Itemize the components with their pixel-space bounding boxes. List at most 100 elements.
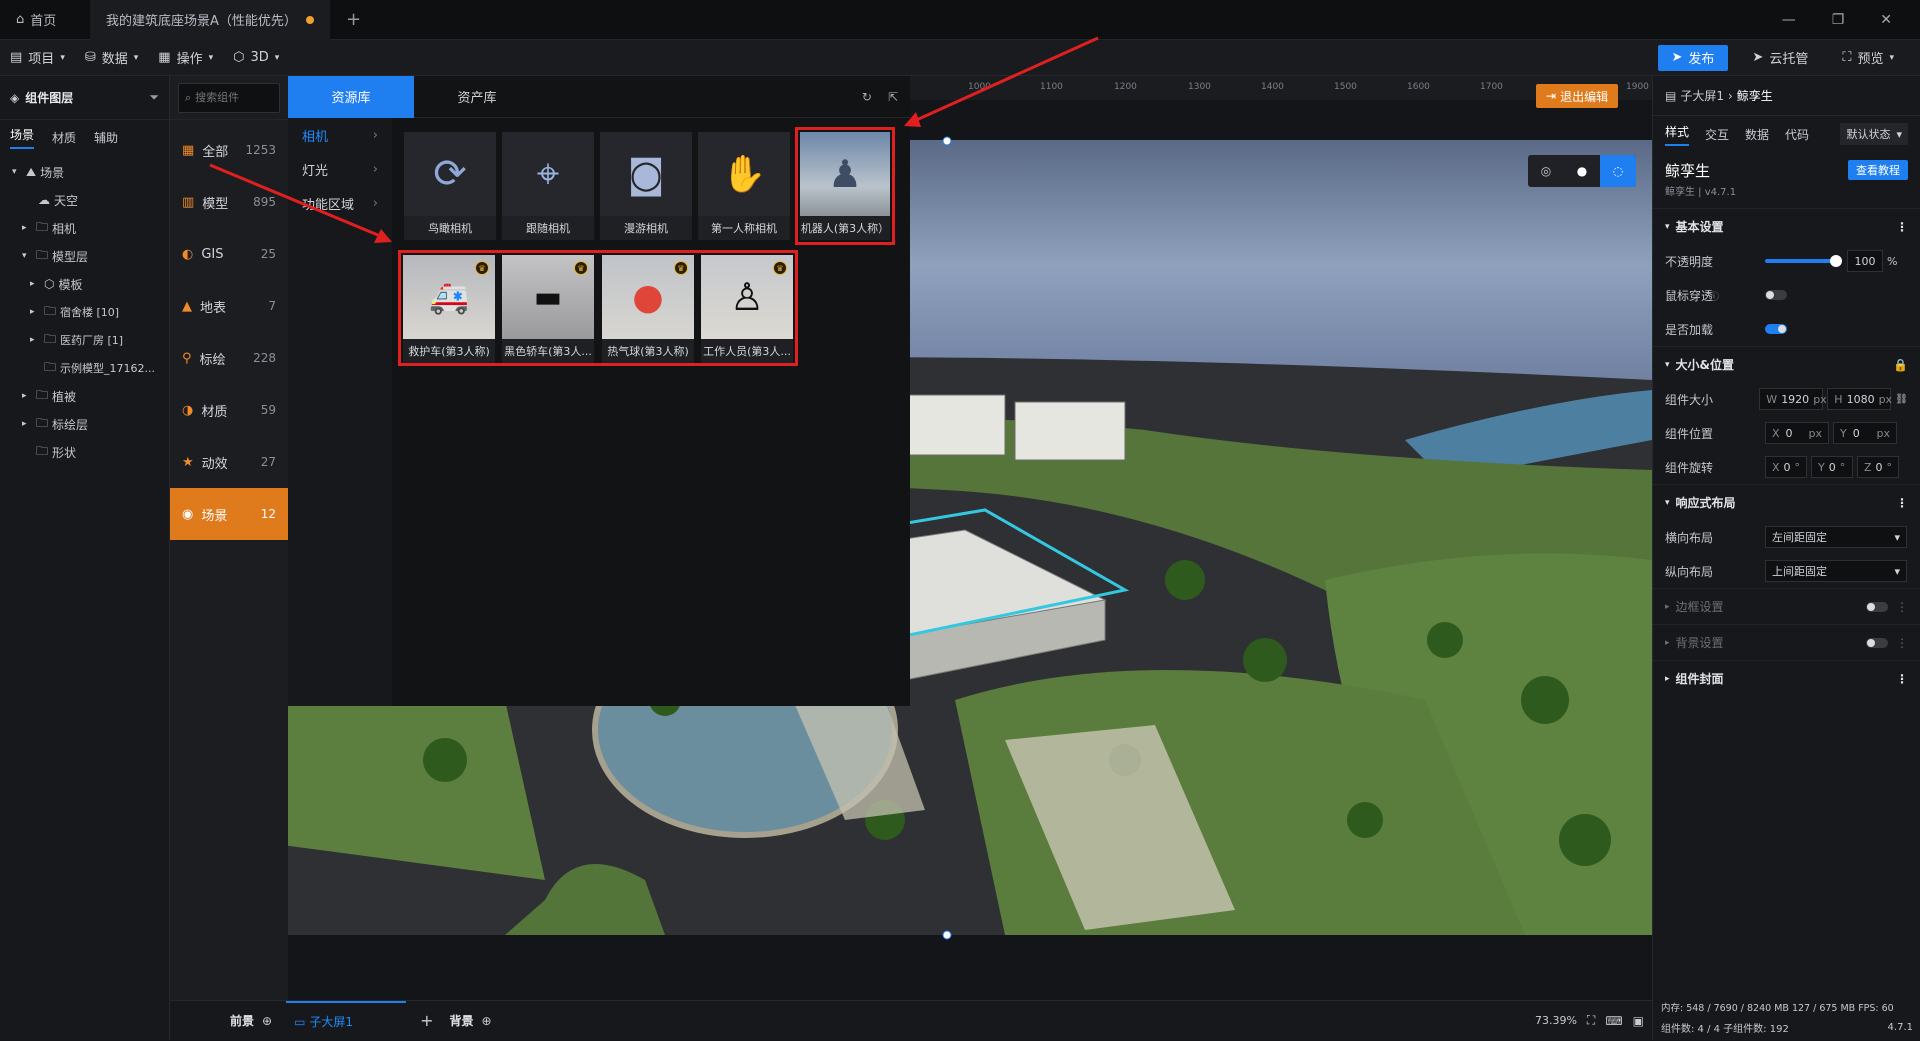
slider-handle[interactable] <box>1830 255 1842 267</box>
z-label: Z <box>1864 460 1872 474</box>
px-unit: px <box>1813 392 1827 406</box>
section-title: 基本设置 <box>1675 220 1724 234</box>
component-version: 鲸孪生 | v4.7.1 <box>1665 187 1737 198</box>
size-label: 组件大小 <box>1665 392 1714 407</box>
zoom-level[interactable]: 73.39% <box>1535 1014 1577 1027</box>
breadcrumb-root[interactable]: 子大屏1 <box>1680 87 1724 104</box>
opacity-input[interactable]: 100 <box>1847 250 1883 272</box>
lazy-load-toggle[interactable] <box>1765 324 1787 334</box>
border-toggle[interactable] <box>1866 601 1888 612</box>
opacity-value: 100 <box>1854 254 1876 268</box>
add-screen-icon[interactable]: + <box>420 1011 433 1030</box>
link-icon[interactable]: ⛓ <box>1895 394 1908 405</box>
chevron-down-icon: ▾ <box>1896 127 1902 141</box>
app-version: 4.7.1 <box>1887 1022 1913 1033</box>
state-select[interactable]: 默认状态 ▾ <box>1840 123 1908 145</box>
memory-status: 内存: 548 / 7690 / 8240 MB 127 / 675 MB FP… <box>1661 1003 1894 1014</box>
background-toggle[interactable] <box>1866 637 1888 648</box>
x-input[interactable]: X 0 px <box>1765 422 1829 444</box>
more-icon[interactable]: ⋮ <box>1896 496 1908 510</box>
y-input[interactable]: Y 0 px <box>1833 422 1897 444</box>
rot-x-value: 0 <box>1783 460 1791 474</box>
position-row: 组件位置 X 0 px Y 0 px <box>1653 416 1920 450</box>
screen-icon: ▭ <box>294 1014 306 1029</box>
fit-screen-icon[interactable]: ⛶ <box>1587 1013 1595 1028</box>
opacity-slider[interactable] <box>1765 255 1842 267</box>
background-label[interactable]: 背景 <box>449 1012 473 1029</box>
degree-unit: ° <box>1886 460 1893 474</box>
h-label: H <box>1834 392 1843 406</box>
x-value: 0 <box>1785 426 1793 440</box>
prop-tab-style[interactable]: 样式 <box>1665 123 1690 146</box>
lock-icon[interactable]: 🔒 <box>1893 358 1908 372</box>
h-layout-row: 横向布局 左间距固定 ▾ <box>1653 520 1920 554</box>
position-label: 组件位置 <box>1665 426 1714 441</box>
px-unit: px <box>1876 426 1891 440</box>
foreground-label[interactable]: 前景 <box>230 1012 254 1029</box>
add-background-icon[interactable]: ⊕ <box>482 1014 492 1028</box>
add-foreground-icon[interactable]: ⊕ <box>262 1014 272 1028</box>
screen-icon: ▤ <box>1665 88 1677 103</box>
section-title: 大小&位置 <box>1675 358 1734 372</box>
h-layout-label: 横向布局 <box>1665 530 1714 545</box>
section-size-position[interactable]: ▾ 大小&位置 🔒 <box>1653 346 1920 382</box>
v-layout-row: 纵向布局 上间距固定 ▾ <box>1653 554 1920 588</box>
mouse-pass-toggle[interactable] <box>1765 290 1787 300</box>
section-title: 边框设置 <box>1675 600 1724 614</box>
rot-x-input[interactable]: X 0 ° <box>1765 456 1807 478</box>
rot-y-input[interactable]: Y 0 ° <box>1811 456 1853 478</box>
v-layout-value: 上间距固定 <box>1772 565 1827 578</box>
x-label: X <box>1772 460 1780 474</box>
section-basic[interactable]: ▾ 基本设置 ⋮ <box>1653 208 1920 244</box>
section-border[interactable]: ▸ 边框设置 ⋮ <box>1653 588 1920 624</box>
section-responsive[interactable]: ▾ 响应式布局 ⋮ <box>1653 484 1920 520</box>
more-icon[interactable]: ⋮ <box>1896 220 1908 234</box>
screen-bar: 前景 ⊕ ▭ 子大屏1 + 背景 ⊕ 73.39% ⛶ ⌨ ▣ <box>170 1000 1652 1040</box>
rot-z-input[interactable]: Z 0 ° <box>1857 456 1899 478</box>
property-panel: ▤ 子大屏1 › 鲸孪生 样式 交互 数据 代码 默认状态 ▾ 鲸孪生 鲸孪生 |… <box>1652 76 1920 1040</box>
chevron-down-icon: ▾ <box>1894 530 1900 544</box>
section-title: 组件封面 <box>1675 672 1724 686</box>
more-icon[interactable]: ⋮ <box>1896 672 1908 686</box>
more-icon[interactable]: ⋮ <box>1896 600 1908 614</box>
breadcrumb-leaf: 鲸孪生 <box>1736 89 1773 103</box>
section-cover[interactable]: ▸ 组件封面 ⋮ <box>1653 660 1920 696</box>
height-input[interactable]: H 1080 px <box>1827 388 1892 410</box>
terminal-icon[interactable]: ▣ <box>1633 1014 1644 1028</box>
size-row: 组件大小 W 1920 px H 1080 px ⛓ <box>1653 382 1920 416</box>
status-bar: 内存: 548 / 7690 / 8240 MB 127 / 675 MB FP… <box>1653 996 1920 1040</box>
caret-down-icon: ▾ <box>1665 221 1670 232</box>
tutorial-button[interactable]: 查看教程 <box>1848 160 1908 180</box>
rotation-row: 组件旋转 X 0 ° Y 0 ° Z 0 ° <box>1653 450 1920 484</box>
opacity-label: 不透明度 <box>1665 254 1714 269</box>
y-label: Y <box>1818 460 1825 474</box>
tutorial-label: 查看教程 <box>1856 164 1900 177</box>
x-label: X <box>1772 426 1780 440</box>
px-unit: px <box>1808 426 1823 440</box>
section-background[interactable]: ▸ 背景设置 ⋮ <box>1653 624 1920 660</box>
lazy-load-label: 是否加载 <box>1665 322 1714 337</box>
degree-unit: ° <box>1794 460 1801 474</box>
more-icon[interactable]: ⋮ <box>1896 636 1908 650</box>
opacity-row: 不透明度 100 % <box>1653 244 1920 278</box>
y-label: Y <box>1840 426 1847 440</box>
chevron-right-icon: › <box>1727 88 1733 103</box>
annotation-arrows <box>209 36 1099 940</box>
chevron-down-icon: ▾ <box>1894 564 1900 578</box>
component-count: 组件数: 4 / 4 子组件数: 192 <box>1661 1024 1789 1035</box>
prop-tab-code[interactable]: 代码 <box>1785 126 1809 143</box>
section-title: 背景设置 <box>1675 636 1724 650</box>
w-label: W <box>1766 392 1778 406</box>
prop-tab-interaction[interactable]: 交互 <box>1705 126 1729 143</box>
height-value: 1080 <box>1846 392 1875 406</box>
width-input[interactable]: W 1920 px <box>1759 388 1827 410</box>
screen-tab-active[interactable]: ▭ 子大屏1 <box>286 1000 407 1041</box>
h-layout-select[interactable]: 左间距固定 ▾ <box>1765 526 1907 548</box>
v-layout-select[interactable]: 上间距固定 ▾ <box>1765 560 1907 582</box>
caret-right-icon: ▸ <box>1665 637 1670 648</box>
rotation-label: 组件旋转 <box>1665 460 1714 475</box>
width-value: 1920 <box>1781 392 1810 406</box>
keyboard-icon[interactable]: ⌨ <box>1605 1014 1622 1028</box>
prop-tab-data[interactable]: 数据 <box>1745 126 1769 143</box>
degree-unit: ° <box>1839 460 1846 474</box>
